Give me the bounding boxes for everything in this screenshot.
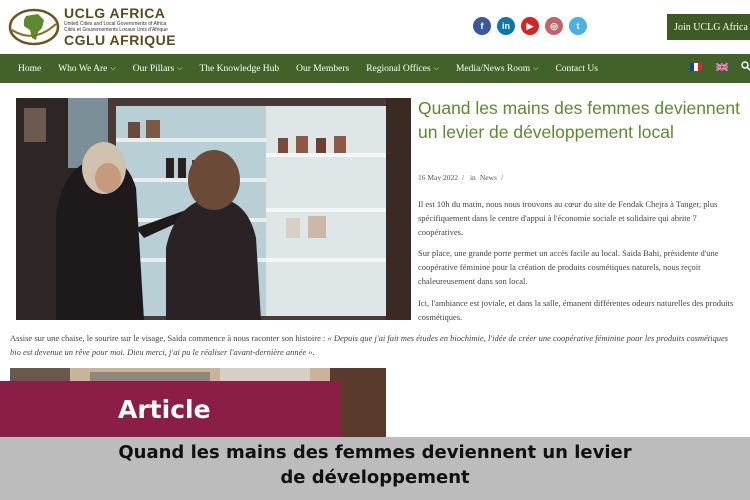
nav-item-label: Media/News Room bbox=[455, 63, 531, 74]
article-photo bbox=[16, 98, 411, 320]
main-nav: Home Who We Are ⌵ Our Pillars ⌵ The Knowle… bbox=[0, 54, 750, 83]
banner-title-line-1: Quand les mains des femmes deviennent un… bbox=[118, 442, 632, 463]
social-links: f in ▶ ◎ t bbox=[473, 17, 587, 35]
article-photo-illustration bbox=[16, 98, 411, 320]
nav-item-label: Who We Are bbox=[58, 63, 108, 74]
chevron-down-icon: ⌵ bbox=[110, 64, 116, 72]
nav-item-knowledge-hub[interactable]: The Knowledge Hub bbox=[199, 64, 279, 74]
youtube-icon[interactable]: ▶ bbox=[521, 17, 539, 35]
nav-item-who-we-are[interactable]: Who We Are ⌵ bbox=[58, 64, 116, 74]
chevron-down-icon: ⌵ bbox=[433, 64, 439, 72]
article-paragraph: Il est 10h du matin, nous nous trouvons … bbox=[418, 199, 718, 237]
chevron-down-icon: ⌵ bbox=[533, 64, 539, 72]
uclg-africa-logo[interactable]: UCLG AFRICA United Cities and Local Gove… bbox=[8, 6, 178, 50]
bottom-title-banner: Quand les mains des femmes deviennent un… bbox=[0, 437, 750, 500]
article-paragraph: Ici, l'ambiance est joviale, et dans la … bbox=[418, 298, 734, 322]
nav-item-our-pillars[interactable]: Our Pillars ⌵ bbox=[133, 64, 183, 74]
nav-item-label: Home bbox=[18, 63, 42, 74]
nav-item-label: The Knowledge Hub bbox=[199, 63, 280, 74]
quote-end: . bbox=[312, 347, 315, 357]
banner-title: Quand les mains des femmes deviennent un… bbox=[0, 440, 750, 490]
facebook-icon[interactable]: f bbox=[473, 17, 491, 35]
article-quote-paragraph: Assise sur une chaise, le sourire sur le… bbox=[10, 331, 738, 359]
instagram-icon[interactable]: ◎ bbox=[545, 17, 563, 35]
site-header: UCLG AFRICA United Cities and Local Gove… bbox=[0, 0, 750, 54]
twitter-icon[interactable]: t bbox=[569, 17, 587, 35]
article-label-banner: Article bbox=[0, 381, 341, 437]
article-meta: 16 May 2022/ in News / bbox=[418, 173, 507, 182]
chevron-down-icon: ⌵ bbox=[177, 64, 183, 72]
search-icon[interactable] bbox=[741, 61, 750, 74]
nav-item-label: Contact Us bbox=[555, 63, 598, 74]
category-prefix: in bbox=[469, 173, 476, 182]
nav-item-label: Our Pillars bbox=[132, 63, 175, 74]
meta-separator: / bbox=[462, 173, 465, 182]
meta-separator: / bbox=[500, 173, 503, 182]
article-paragraph: Sur place, une grande porte permet un ac… bbox=[418, 248, 719, 286]
category-link[interactable]: News bbox=[480, 173, 497, 182]
nav-item-contact-us[interactable]: Contact Us bbox=[555, 64, 597, 74]
nav-item-label: Our Members bbox=[296, 63, 350, 74]
logo-title-fr: CGLU AFRIQUE bbox=[64, 32, 177, 48]
fr-flag-icon[interactable] bbox=[690, 63, 702, 71]
africa-globe-icon bbox=[8, 8, 60, 46]
article-title[interactable]: Quand les mains des femmes deviennent un… bbox=[418, 96, 750, 144]
quote-intro: Assise sur une chaise, le sourire sur le… bbox=[10, 333, 328, 343]
nav-item-regional-offices[interactable]: Regional Offices ⌵ bbox=[366, 64, 439, 74]
en-flag-icon[interactable] bbox=[716, 63, 728, 71]
article-label: Article bbox=[118, 394, 211, 424]
logo-title-en: UCLG AFRICA bbox=[64, 5, 166, 21]
join-uclg-africa-button[interactable]: Join UCLG Africa bbox=[667, 14, 750, 40]
nav-item-home[interactable]: Home bbox=[18, 64, 41, 74]
linkedin-icon[interactable]: in bbox=[497, 17, 515, 35]
banner-title-line-2: de développement bbox=[280, 467, 470, 488]
article-date: 16 May 2022 bbox=[418, 173, 458, 182]
nav-item-media-news-room[interactable]: Media/News Room ⌵ bbox=[456, 64, 538, 74]
nav-item-label: Regional Offices bbox=[366, 63, 431, 74]
nav-item-our-members[interactable]: Our Members bbox=[296, 64, 349, 74]
